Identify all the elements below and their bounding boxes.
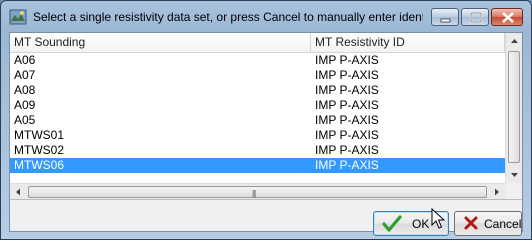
column-header-mt-resistivity-id[interactable]: MT Resistivity ID xyxy=(311,33,505,52)
ok-button-label: OK xyxy=(412,217,430,231)
cell-resistivity-id: IMP P-AXIS xyxy=(315,158,379,172)
horizontal-scrollbar[interactable]: ||| xyxy=(10,183,505,199)
scrollbar-corner xyxy=(505,183,522,199)
cell-sounding: A06 xyxy=(14,53,36,67)
table-row-selected[interactable]: MTWS06 IMP P-AXIS xyxy=(10,158,505,173)
scroll-right-button[interactable] xyxy=(488,184,505,199)
cell-resistivity-id: IMP P-AXIS xyxy=(315,98,379,112)
cell-resistivity-id: IMP P-AXIS xyxy=(315,143,379,157)
cell-resistivity-id: IMP P-AXIS xyxy=(315,53,379,67)
window-title: Select a single resistivity data set, or… xyxy=(33,10,423,24)
minimize-icon xyxy=(440,18,451,23)
app-icon xyxy=(9,9,27,25)
close-button[interactable] xyxy=(491,8,523,26)
cell-sounding: A08 xyxy=(14,83,36,97)
cell-resistivity-id: IMP P-AXIS xyxy=(315,83,379,97)
data-set-list[interactable]: MT Sounding MT Resistivity ID A06 IMP P-… xyxy=(10,33,522,200)
cell-resistivity-id: IMP P-AXIS xyxy=(315,68,379,82)
table-row[interactable]: A07 IMP P-AXIS xyxy=(10,68,505,83)
column-header-mt-sounding[interactable]: MT Sounding xyxy=(10,33,311,52)
green-check-icon xyxy=(382,215,402,232)
cell-resistivity-id: IMP P-AXIS xyxy=(315,128,379,142)
cell-sounding: A07 xyxy=(14,68,36,82)
table-row[interactable]: A09 IMP P-AXIS xyxy=(10,98,505,113)
maximize-icon xyxy=(469,11,483,24)
scroll-up-button[interactable] xyxy=(506,33,522,49)
table-row[interactable]: A05 IMP P-AXIS xyxy=(10,113,505,128)
table-row[interactable]: MTWS01 IMP P-AXIS xyxy=(10,128,505,143)
maximize-button[interactable] xyxy=(461,8,489,26)
table-row[interactable]: MTWS02 IMP P-AXIS xyxy=(10,143,505,158)
horizontal-scroll-thumb[interactable]: ||| xyxy=(28,186,487,198)
title-bar[interactable]: Select a single resistivity data set, or… xyxy=(1,1,531,33)
arrow-right-icon xyxy=(495,188,499,196)
grip-icon: ||| xyxy=(252,189,256,198)
list-header: MT Sounding MT Resistivity ID xyxy=(10,33,505,53)
table-row[interactable]: A08 IMP P-AXIS xyxy=(10,83,505,98)
close-icon xyxy=(502,12,514,23)
cell-sounding: A05 xyxy=(14,113,36,127)
arrow-up-icon xyxy=(511,39,518,43)
cancel-button-label: Cancel xyxy=(484,217,522,231)
scroll-left-button[interactable] xyxy=(10,184,27,199)
mouse-pointer-icon xyxy=(431,208,445,229)
table-row[interactable]: A06 IMP P-AXIS xyxy=(10,53,505,68)
cell-sounding: A09 xyxy=(14,98,36,112)
dialog-window: Select a single resistivity data set, or… xyxy=(0,0,532,240)
cell-sounding: MTWS06 xyxy=(14,158,65,172)
minimize-button[interactable] xyxy=(431,8,459,26)
vertical-scroll-thumb[interactable] xyxy=(508,51,520,163)
arrow-down-icon xyxy=(511,173,518,177)
scroll-down-button[interactable] xyxy=(506,167,522,183)
dialog-body: MT Sounding MT Resistivity ID A06 IMP P-… xyxy=(9,32,523,236)
arrow-left-icon xyxy=(16,188,20,196)
cell-sounding: MTWS01 xyxy=(14,128,65,142)
cell-resistivity-id: IMP P-AXIS xyxy=(315,113,379,127)
vertical-scrollbar[interactable] xyxy=(505,33,522,183)
cancel-button[interactable]: Cancel xyxy=(454,211,522,236)
cell-sounding: MTWS02 xyxy=(14,143,65,157)
red-x-icon xyxy=(464,216,478,230)
